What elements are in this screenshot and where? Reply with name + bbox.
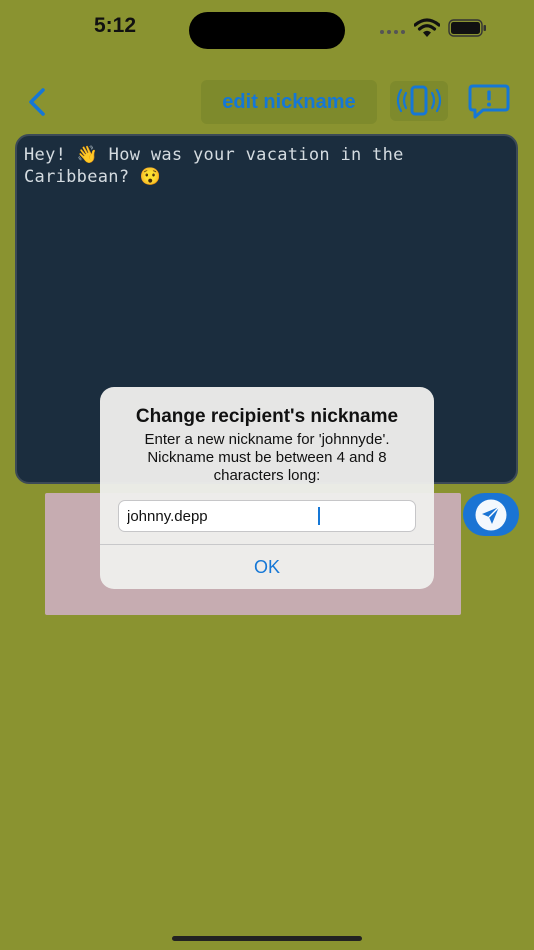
ok-button[interactable]: OK <box>100 545 434 589</box>
dialog-message: Enter a new nickname for 'johnnyde'. Nic… <box>144 431 390 484</box>
change-nickname-dialog: Change recipient's nickname Enter a new … <box>100 387 434 589</box>
exclamation-bubble-icon <box>468 84 510 119</box>
send-button[interactable] <box>463 493 519 536</box>
status-time: 5:12 <box>93 14 137 37</box>
report-button[interactable] <box>468 84 510 120</box>
dynamic-island <box>189 12 345 49</box>
cellular-signal-icon <box>380 30 408 36</box>
home-indicator[interactable] <box>172 936 362 941</box>
edit-nickname-button[interactable]: edit nickname <box>201 80 377 124</box>
vibrate-button[interactable] <box>390 81 448 121</box>
back-button[interactable] <box>22 86 52 118</box>
chevron-left-icon <box>29 88 45 116</box>
phone-vibrate-icon <box>396 85 442 116</box>
wifi-icon <box>413 18 441 38</box>
message-text: Hey! 👋 How was your vacation in the Cari… <box>24 145 404 187</box>
battery-icon <box>448 19 488 37</box>
nickname-input[interactable] <box>118 500 416 532</box>
text-cursor <box>318 507 320 525</box>
paper-plane-icon <box>475 499 507 531</box>
dialog-title: Change recipient's nickname <box>135 406 399 427</box>
